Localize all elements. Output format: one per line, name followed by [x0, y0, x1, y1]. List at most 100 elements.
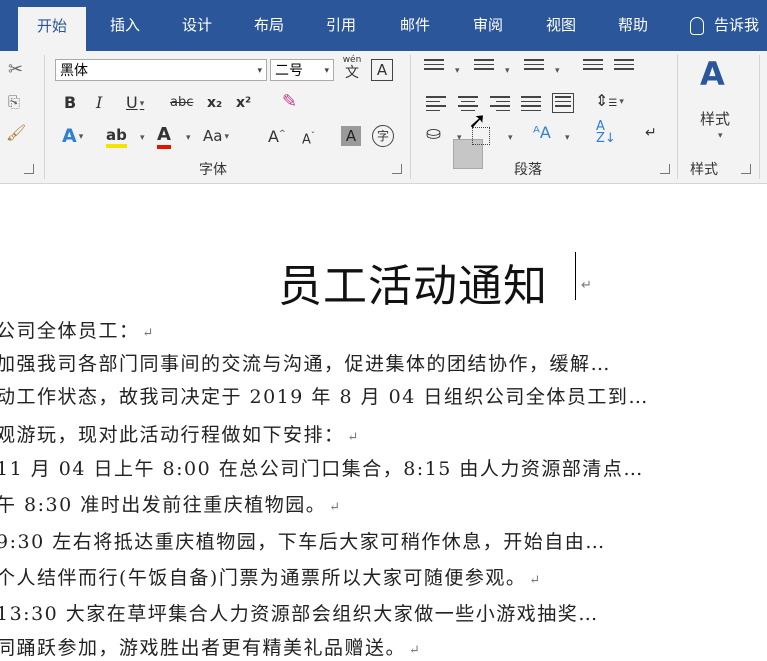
ribbon-tab-bar: 开始 插入 设计 布局 引用 邮件 审阅 视图 帮助 告诉我: [0, 0, 767, 51]
paragraph-group-label: 段落: [514, 162, 542, 178]
underline-button[interactable]: U ▾: [126, 93, 144, 112]
tell-me-box[interactable]: 告诉我: [690, 0, 759, 51]
tab-references[interactable]: 引用: [310, 0, 372, 51]
paragraph-mark: ↵: [142, 326, 155, 341]
change-case-label: Aa: [203, 127, 223, 145]
tab-insert[interactable]: 插入: [94, 0, 156, 51]
separator: [759, 55, 760, 179]
chevron-down-icon: ▾: [718, 131, 723, 141]
line-text: 午 8:30 准时出发前往重庆植物园。: [0, 494, 327, 516]
phonetic-char: 文: [345, 65, 359, 81]
font-group-label: 字体: [199, 162, 227, 178]
chevron-down-icon: ▾: [457, 133, 462, 143]
align-left-button[interactable]: [426, 96, 446, 114]
italic-button[interactable]: I: [96, 93, 102, 112]
bold-button[interactable]: B: [64, 93, 76, 112]
document-line[interactable]: 11 月 04 日上午 8:00 在总公司门口集合，8:15 由人力资源部清点…: [0, 454, 644, 481]
multilevel-list-button[interactable]: [524, 59, 544, 73]
line-text: 11 月 04 日上午 8:00 在总公司门口集合，8:15 由人力资源部清点…: [0, 458, 644, 480]
styles-group-label: 样式: [690, 162, 718, 178]
tab-home[interactable]: 开始: [18, 7, 86, 51]
styles-icon[interactable]: A: [700, 55, 725, 93]
separator: [677, 55, 678, 179]
cut-icon[interactable]: ✂: [8, 59, 23, 80]
format-painter-icon[interactable]: 🖌: [6, 123, 26, 142]
align-right-button[interactable]: [490, 96, 510, 114]
chevron-down-icon: ▾: [224, 131, 229, 142]
tab-view[interactable]: 视图: [530, 0, 592, 51]
grow-font-button[interactable]: A^: [268, 127, 286, 146]
document-line[interactable]: 9:30 左右将抵达重庆植物园，下车后大家可稍作休息，开始自由…: [0, 527, 606, 554]
document-line[interactable]: 观游玩，现对此活动行程做如下安排： ↵: [0, 420, 360, 447]
chevron-down-icon: ▾: [505, 66, 510, 76]
tab-review[interactable]: 审阅: [457, 0, 519, 51]
paragraph-mark: ↵: [329, 500, 342, 515]
distributed-button[interactable]: [552, 93, 574, 113]
decrease-indent-button[interactable]: [583, 59, 603, 73]
numbering-button[interactable]: [474, 59, 494, 73]
document-line[interactable]: 同踊跃参加，游戏胜出者更有精美礼品赠送。 ↵: [0, 633, 421, 660]
font-name-select[interactable]: 黑体 ▾: [55, 59, 267, 81]
font-color-button[interactable]: A: [157, 124, 171, 149]
asian-layout-icon[interactable]: ᴬA: [533, 123, 551, 142]
document-line[interactable]: 动工作状态，故我司决定于 2019 年 8 月 04 日组织公司全体员工到…: [0, 382, 649, 409]
styles-button-label[interactable]: 样式: [700, 108, 730, 129]
tab-layout[interactable]: 布局: [238, 0, 300, 51]
document-line[interactable]: 个人结伴而行(午饭自备)门票为通票所以大家可随便参观。 ↵: [0, 563, 542, 590]
line-spacing-icon[interactable]: ⇕☰ ▾: [595, 91, 624, 110]
show-marks-icon[interactable]: ↵: [645, 125, 657, 141]
highlight-button[interactable]: ab: [106, 126, 127, 148]
phonetic-pinyin: wén: [342, 55, 362, 65]
tell-me-label: 告诉我: [714, 16, 760, 34]
subscript-button[interactable]: x₂: [207, 95, 222, 111]
character-shading-button[interactable]: A: [341, 126, 361, 146]
sort-icon[interactable]: A Z↓: [596, 120, 616, 145]
line-text: 加强我司各部门同事间的交流与沟通，促进集体的团结协作，缓解…: [0, 353, 612, 375]
tab-design[interactable]: 设计: [166, 0, 228, 51]
tab-mailings[interactable]: 邮件: [384, 0, 446, 51]
clear-formatting-icon[interactable]: ✎: [282, 91, 297, 112]
lightbulb-icon: [690, 16, 704, 35]
clipboard-launcher-icon[interactable]: [24, 164, 34, 174]
strikethrough-button[interactable]: abc: [170, 95, 193, 110]
styles-launcher-icon[interactable]: [741, 164, 751, 174]
font-size-value: 二号: [275, 63, 303, 79]
font-name-value: 黑体: [60, 63, 88, 79]
font-size-select[interactable]: 二号 ▾: [270, 59, 334, 81]
font-color-label: A: [157, 124, 171, 145]
text-effects-button[interactable]: A ▾: [62, 125, 83, 147]
document-line[interactable]: 午 8:30 准时出发前往重庆植物园。 ↵: [0, 490, 342, 517]
document-line[interactable]: 公司全体员工： ↵: [0, 316, 155, 343]
bullets-button[interactable]: [424, 59, 444, 73]
font-launcher-icon[interactable]: [392, 164, 402, 174]
chevron-down-icon: ▾: [455, 66, 460, 76]
shrink-font-button[interactable]: Aˇ: [302, 131, 315, 147]
document-title[interactable]: 员工活动通知: [278, 250, 548, 314]
paragraph-mark: ↵: [581, 278, 592, 293]
line-text: 观游玩，现对此活动行程做如下安排：: [0, 424, 345, 446]
copy-icon[interactable]: ⎘: [8, 93, 20, 111]
enclose-characters-button[interactable]: 字: [372, 125, 394, 147]
text-effects-label: A: [62, 125, 77, 147]
chevron-down-icon: ▾: [140, 133, 145, 143]
shrink-font-label: A: [302, 132, 311, 148]
line-text: 公司全体员工：: [0, 320, 140, 342]
mouse-cursor-icon: ➚: [468, 109, 487, 134]
line-text: 动工作状态，故我司决定于 2019 年 8 月 04 日组织公司全体员工到…: [0, 386, 649, 408]
increase-indent-button[interactable]: [614, 59, 634, 73]
tab-help[interactable]: 帮助: [602, 0, 664, 51]
line-text: 个人结伴而行(午饭自备)门票为通票所以大家可随便参观。: [0, 567, 527, 589]
paragraph-launcher-icon[interactable]: [660, 164, 670, 174]
chevron-down-icon: ▾: [257, 66, 262, 76]
character-border-button[interactable]: A: [371, 59, 393, 81]
superscript-button[interactable]: x²: [236, 95, 251, 111]
shading-icon[interactable]: ⛀: [426, 123, 441, 144]
change-case-button[interactable]: Aa ▾: [203, 127, 229, 145]
chevron-down-icon: ▾: [565, 133, 570, 143]
highlight-label: ab: [106, 126, 127, 144]
document-line[interactable]: 13:30 大家在草坪集合人力资源部会组织大家做一些小游戏抽奖…: [0, 599, 599, 626]
document-line[interactable]: 加强我司各部门同事间的交流与沟通，促进集体的团结协作，缓解…: [0, 349, 611, 376]
chevron-down-icon: ▾: [78, 131, 84, 142]
phonetic-guide-button[interactable]: wén 文: [339, 55, 365, 81]
justify-button[interactable]: [521, 96, 541, 114]
